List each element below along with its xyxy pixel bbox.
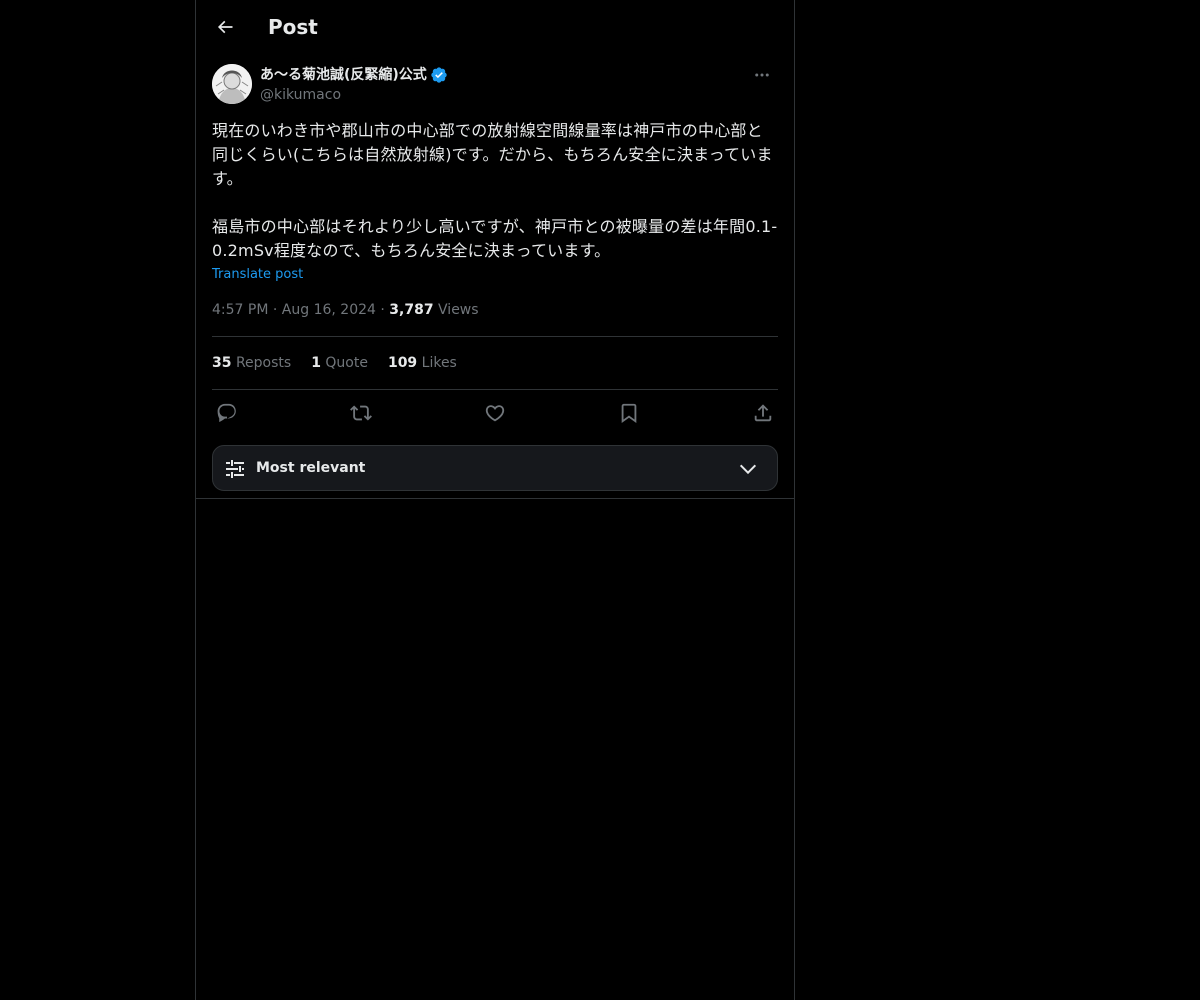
like-icon — [485, 405, 505, 422]
sort-label: Most relevant — [256, 460, 366, 476]
likes-label: Likes — [421, 355, 457, 371]
post-meta: 4:57 PM · Aug 16, 2024 · 3,787 Views — [212, 300, 479, 320]
meta-separator: · — [272, 302, 278, 318]
avatar-image — [212, 64, 252, 104]
quotes-count: 1 — [311, 355, 321, 371]
sort-replies-dropdown[interactable]: Most relevant — [212, 445, 778, 491]
page-header: Post — [196, 0, 794, 54]
reply-icon — [217, 403, 236, 423]
reposts-label: Reposts — [235, 355, 292, 371]
more-options-button[interactable] — [746, 64, 778, 86]
meta-separator: · — [380, 302, 385, 318]
display-name-text: あ〜る菊池誠(反緊縮)公式 — [260, 67, 427, 83]
share-button[interactable] — [748, 398, 778, 428]
divider — [212, 336, 778, 337]
post-actions — [212, 398, 778, 428]
author-display-name[interactable]: あ〜る菊池誠(反緊縮)公式 — [260, 65, 448, 85]
views-label: Views — [438, 302, 479, 318]
more-icon — [755, 73, 769, 77]
bookmark-button[interactable] — [614, 398, 644, 428]
views-count: 3,787 — [389, 302, 434, 318]
author-handle[interactable]: @kikumaco — [260, 85, 341, 105]
arrow-left-icon — [217, 20, 233, 34]
likes-stat[interactable]: 109 Likes — [388, 353, 457, 373]
reposts-stat[interactable]: 35 Reposts — [212, 353, 291, 373]
post-stats: 35 Reposts 1 Quote 109 Likes — [212, 353, 457, 373]
repost-icon — [350, 405, 372, 421]
divider — [212, 389, 778, 390]
like-button[interactable] — [480, 398, 510, 428]
reply-button[interactable] — [212, 398, 242, 428]
chevron-down-icon — [739, 464, 757, 475]
reposts-count: 35 — [212, 355, 232, 371]
quotes-label: Quote — [325, 355, 368, 371]
share-icon — [754, 404, 772, 422]
repost-button[interactable] — [346, 398, 376, 428]
page-title: Post — [268, 15, 318, 39]
verified-badge-icon — [430, 66, 448, 84]
post-text: 現在のいわき市や郡山市の中心部での放射線空間線量率は神戸市の中心部と同じくらい(… — [212, 121, 778, 260]
avatar[interactable] — [212, 64, 252, 104]
filter-sliders-icon — [226, 460, 244, 478]
post-date[interactable]: Aug 16, 2024 — [282, 302, 376, 318]
likes-count: 109 — [387, 355, 418, 371]
post-author: あ〜る菊池誠(反緊縮)公式 @kikumaco — [212, 64, 778, 106]
section-divider — [196, 498, 794, 499]
back-button[interactable] — [208, 10, 242, 44]
post-time[interactable]: 4:57 PM — [212, 302, 268, 318]
translate-post-link[interactable]: Translate post — [212, 265, 303, 285]
bookmark-icon — [621, 403, 637, 424]
quotes-stat[interactable]: 1 Quote — [311, 353, 368, 373]
main-column: Post あ〜る菊池誠(反緊縮)公式 @kikumaco 現在のいわき市や郡山市… — [195, 0, 795, 1000]
